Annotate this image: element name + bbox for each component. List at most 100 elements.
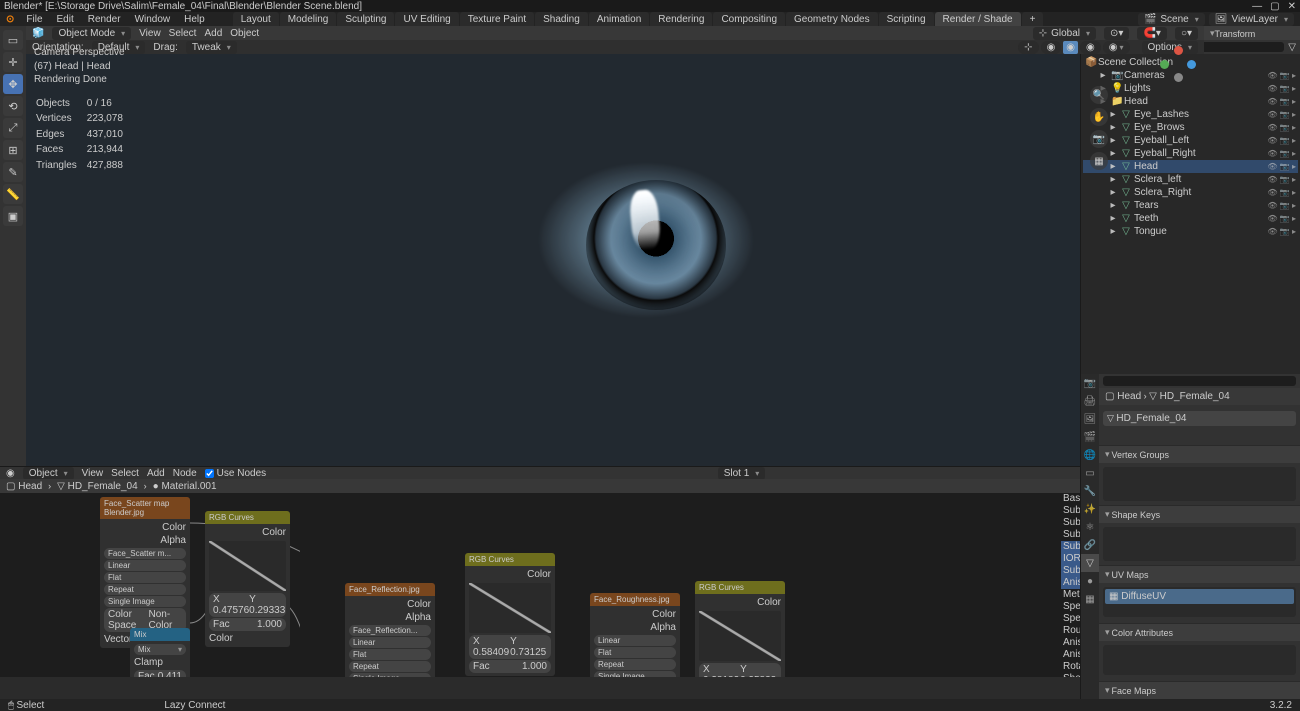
section-uv-maps[interactable]: UV Maps: [1099, 565, 1300, 583]
vertex-groups-list[interactable]: [1103, 467, 1296, 501]
tab-animation[interactable]: Animation: [589, 12, 649, 27]
section-face-maps[interactable]: Face Maps: [1099, 681, 1300, 699]
menu-edit[interactable]: Edit: [51, 14, 80, 25]
scene-selector[interactable]: 🎬 Scene: [1138, 13, 1205, 26]
tab-render-shade[interactable]: Render / Shade: [935, 12, 1021, 27]
tool-measure[interactable]: 📏: [3, 184, 23, 204]
drag-value[interactable]: Tweak: [186, 41, 237, 54]
outliner-item-lights[interactable]: ▸💡Lights👁 📷 ▸: [1083, 82, 1298, 95]
menu-help[interactable]: Help: [178, 14, 211, 25]
prop-crumb-obj[interactable]: ▢ Head: [1105, 391, 1141, 402]
ne-menu-view[interactable]: View: [82, 468, 104, 479]
tool-rotate[interactable]: ⟲: [3, 96, 23, 116]
pan-button[interactable]: ✋: [1090, 108, 1108, 126]
prop-tab-object[interactable]: ▭: [1081, 464, 1099, 482]
node-face-roughness[interactable]: Face_Roughness.jpg Color Alpha Linear Fl…: [590, 593, 680, 677]
viewlayer-selector[interactable]: 🖼 ViewLayer: [1209, 13, 1294, 26]
prop-tab-physics[interactable]: ⚛: [1081, 518, 1099, 536]
transform-panel-header[interactable]: Transform: [1204, 26, 1300, 41]
pivot-point[interactable]: ⊙▾: [1104, 27, 1129, 40]
tool-add[interactable]: ▣: [3, 206, 23, 226]
tab-sculpting[interactable]: Sculpting: [337, 12, 394, 27]
outliner-item-head[interactable]: ▸▽Head👁 📷 ▸: [1083, 160, 1298, 173]
shading-options[interactable]: ◉: [1103, 41, 1130, 54]
uv-map-item[interactable]: ▦ DiffuseUV: [1105, 589, 1294, 604]
tab-texture-paint[interactable]: Texture Paint: [460, 12, 534, 27]
node-rgb-curves-1[interactable]: RGB Curves Color X 0.47576Y 0.29333 Fac1…: [205, 511, 290, 647]
color-attrs-list[interactable]: [1103, 645, 1296, 675]
tool-cursor[interactable]: ✛: [3, 52, 23, 72]
editor-type-icon[interactable]: 🧊: [32, 28, 44, 39]
prop-tab-modifier[interactable]: 🔧: [1081, 482, 1099, 500]
node-face-reflection[interactable]: Face_Reflection.jpg Color Alpha Face_Ref…: [345, 583, 435, 677]
slot-selector[interactable]: Slot 1: [718, 467, 766, 480]
shape-keys-list[interactable]: [1103, 527, 1296, 561]
tab-rendering[interactable]: Rendering: [650, 12, 712, 27]
outliner-item-tongue[interactable]: ▸▽Tongue👁 📷 ▸: [1083, 225, 1298, 238]
shading-rendered[interactable]: ◉: [1063, 41, 1078, 54]
snapping[interactable]: 🧲▾: [1137, 27, 1166, 40]
tab-compositing[interactable]: Compositing: [713, 12, 785, 27]
minimize-button[interactable]: ―: [1252, 1, 1262, 12]
vp-menu-object[interactable]: Object: [230, 28, 259, 39]
tool-scale[interactable]: ⤢: [3, 118, 23, 138]
close-button[interactable]: ✕: [1288, 1, 1296, 12]
crumb-mesh[interactable]: ▽ HD_Female_04: [57, 481, 138, 492]
tool-annotate[interactable]: ✎: [3, 162, 23, 182]
vp-menu-view[interactable]: View: [139, 28, 161, 39]
outliner-item-head[interactable]: ▸📁Head👁 📷 ▸: [1083, 95, 1298, 108]
prop-search[interactable]: [1103, 376, 1296, 386]
tab-shading[interactable]: Shading: [535, 12, 588, 27]
ne-type[interactable]: Object: [23, 467, 74, 480]
outliner-item-eyeball_left[interactable]: ▸▽Eyeball_Left👁 📷 ▸: [1083, 134, 1298, 147]
prop-tab-constraints[interactable]: 🔗: [1081, 536, 1099, 554]
prop-crumb-mesh[interactable]: ▽ HD_Female_04: [1149, 391, 1230, 402]
crumb-object[interactable]: ▢ Head: [6, 481, 42, 492]
section-color-attributes[interactable]: Color Attributes: [1099, 623, 1300, 641]
prop-tab-data[interactable]: ▽: [1081, 554, 1099, 572]
tool-transform[interactable]: ⊞: [3, 140, 23, 160]
proportional-edit[interactable]: ○▾: [1175, 27, 1198, 40]
menu-window[interactable]: Window: [129, 14, 177, 25]
vp-menu-select[interactable]: Select: [169, 28, 197, 39]
outliner-item-sclera_left[interactable]: ▸▽Sclera_left👁 📷 ▸: [1083, 173, 1298, 186]
tab-scripting[interactable]: Scripting: [879, 12, 934, 27]
gizmo-z-icon[interactable]: [1174, 46, 1183, 55]
uv-maps-list[interactable]: ▦ DiffuseUV: [1103, 587, 1296, 617]
nav-gizmo[interactable]: [1160, 46, 1196, 82]
prop-tab-output[interactable]: 🖨: [1081, 392, 1099, 410]
gizmo-neg-icon[interactable]: [1174, 73, 1183, 82]
tab-geometry-nodes[interactable]: Geometry Nodes: [786, 12, 878, 27]
node-face-scatter[interactable]: Face_Scatter map Blender.jpg Color Alpha…: [100, 497, 190, 648]
outliner-filter-icon[interactable]: ▽: [1288, 42, 1296, 53]
ne-menu-add[interactable]: Add: [147, 468, 165, 479]
outliner-tree[interactable]: 📦Scene Collection▸📷Cameras👁 📷 ▸▸💡Lights👁…: [1081, 54, 1300, 374]
shading-material[interactable]: ◉: [1080, 41, 1101, 54]
zoom-button[interactable]: 🔍: [1090, 86, 1108, 104]
camera-view-button[interactable]: 📷: [1090, 130, 1108, 148]
prop-tab-viewlayer[interactable]: 🖼: [1081, 410, 1099, 428]
prop-tab-world[interactable]: 🌐: [1081, 446, 1099, 464]
node-rgb-curves-2[interactable]: RGB Curves Color X 0.58409Y 0.73125 Fac1…: [465, 553, 555, 676]
outliner-item-eye_lashes[interactable]: ▸▽Eye_Lashes👁 📷 ▸: [1083, 108, 1298, 121]
ne-menu-select[interactable]: Select: [111, 468, 139, 479]
outliner-item-tears[interactable]: ▸▽Tears👁 📷 ▸: [1083, 199, 1298, 212]
menu-render[interactable]: Render: [82, 14, 127, 25]
gizmo-y-icon[interactable]: [1160, 60, 1169, 69]
use-nodes-checkbox[interactable]: Use Nodes: [205, 468, 266, 479]
outliner-item-sclera_right[interactable]: ▸▽Sclera_Right👁 📷 ▸: [1083, 186, 1298, 199]
tool-move[interactable]: ✥: [3, 74, 23, 94]
ne-editor-icon[interactable]: ◉: [6, 468, 15, 479]
tab-uv-editing[interactable]: UV Editing: [395, 12, 458, 27]
prop-tab-render[interactable]: 📷: [1081, 374, 1099, 392]
outliner-item-eyeball_right[interactable]: ▸▽Eyeball_Right👁 📷 ▸: [1083, 147, 1298, 160]
node-mix[interactable]: Mix Mix Clamp Fac0.411 Color1 Color2: [130, 628, 190, 677]
ne-menu-node[interactable]: Node: [173, 468, 197, 479]
viewport-render[interactable]: [26, 40, 1204, 466]
prop-tab-scene[interactable]: 🎬: [1081, 428, 1099, 446]
perspective-toggle[interactable]: ▦: [1090, 152, 1108, 170]
vp-menu-add[interactable]: Add: [204, 28, 222, 39]
prop-tab-texture[interactable]: ▦: [1081, 590, 1099, 608]
overlay-toggle[interactable]: ◉: [1041, 41, 1062, 54]
prop-tab-particles[interactable]: ✨: [1081, 500, 1099, 518]
